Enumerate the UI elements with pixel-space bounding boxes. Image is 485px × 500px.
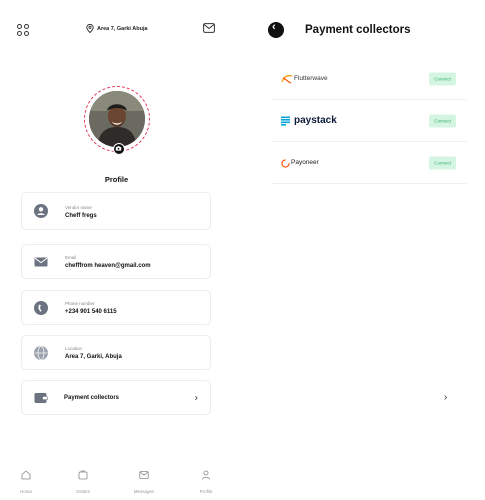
payment-collectors-label: Payment collectors [64, 395, 120, 401]
paystack-logo-icon [281, 116, 290, 126]
home-icon [21, 470, 31, 480]
provider-row-payoneer: Payoneer Connect [271, 142, 467, 184]
vendor-name-label: Vendor name [65, 205, 92, 210]
nav-orders-label: Orders [76, 489, 90, 494]
location-chip[interactable]: Area 7, Garki Abuja [86, 24, 148, 33]
email-card[interactable]: Email chefffrom heaven@gmail.com [21, 244, 211, 279]
provider-name: Flutterwave [294, 75, 328, 82]
back-button[interactable]: ‹ [268, 21, 284, 38]
email-value: chefffrom heaven@gmail.com [65, 263, 151, 269]
profile-icon [202, 470, 210, 480]
phone-card[interactable]: Phone number +234 901 540 6115 [21, 290, 211, 325]
profile-screen: Area 7, Garki Abuja Profile Vendor name … [0, 0, 233, 500]
page-title: Payment collectors [305, 24, 411, 36]
avatar[interactable] [89, 91, 145, 147]
email-label: Email [65, 255, 77, 260]
provider-row-paystack: paystack Connect [271, 100, 467, 142]
vendor-name-value: Cheff fregs [65, 213, 97, 219]
flutterwave-logo-icon [281, 74, 293, 84]
provider-row-flutterwave: Flutterwave Connect [271, 58, 467, 100]
payment-collectors-card[interactable]: Payment collectors › [21, 380, 211, 415]
camera-icon [115, 146, 122, 151]
user-icon [34, 204, 48, 218]
chevron-right-icon[interactable]: › [444, 392, 447, 403]
phone-icon [34, 300, 48, 315]
payoneer-logo-icon [281, 159, 290, 168]
nav-home-label: Home [19, 489, 32, 494]
nav-messages-label: Messages [133, 489, 155, 494]
page-title: Profile [104, 175, 129, 184]
mail-icon[interactable] [203, 23, 215, 33]
connect-button[interactable]: Connect [429, 72, 456, 85]
email-icon [34, 257, 48, 266]
avatar-image [89, 91, 145, 147]
top-bar: Area 7, Garki Abuja [0, 20, 233, 40]
location-label: Location [65, 346, 83, 351]
nav-profile[interactable]: Profile [186, 467, 226, 494]
globe-icon [34, 345, 48, 360]
nav-home[interactable]: Home [6, 467, 46, 494]
connect-button[interactable]: Connect [429, 114, 456, 127]
avatar-ring [84, 86, 150, 155]
location-text: Area 7, Garki Abuja [97, 25, 148, 32]
connect-button[interactable]: Connect [429, 156, 456, 169]
menu-grid-icon[interactable] [17, 24, 29, 36]
bottom-nav: Home Orders Messages Profile [0, 467, 233, 497]
message-icon [139, 471, 149, 479]
location-value: Area 7, Garki, Abuja [65, 354, 122, 360]
change-photo-button[interactable] [113, 143, 125, 155]
nav-orders[interactable]: Orders [63, 467, 103, 494]
wallet-icon [34, 392, 48, 403]
vendor-name-card[interactable]: Vendor name Cheff fregs [21, 192, 211, 230]
phone-label: Phone number [65, 301, 95, 306]
nav-messages[interactable]: Messages [124, 467, 164, 494]
chevron-left-icon: ‹ [272, 21, 276, 33]
payment-collectors-screen: ‹ Payment collectors Flutterwave Connect… [262, 0, 485, 500]
orders-icon [78, 470, 88, 480]
provider-name: paystack [294, 115, 337, 126]
nav-profile-label: Profile [199, 489, 213, 494]
phone-value: +234 901 540 6115 [65, 309, 117, 315]
chevron-right-icon: › [194, 392, 198, 403]
location-card[interactable]: Location Area 7, Garki, Abuja [21, 335, 211, 370]
location-pin-icon [86, 24, 94, 33]
provider-name: Payoneer [291, 159, 319, 166]
